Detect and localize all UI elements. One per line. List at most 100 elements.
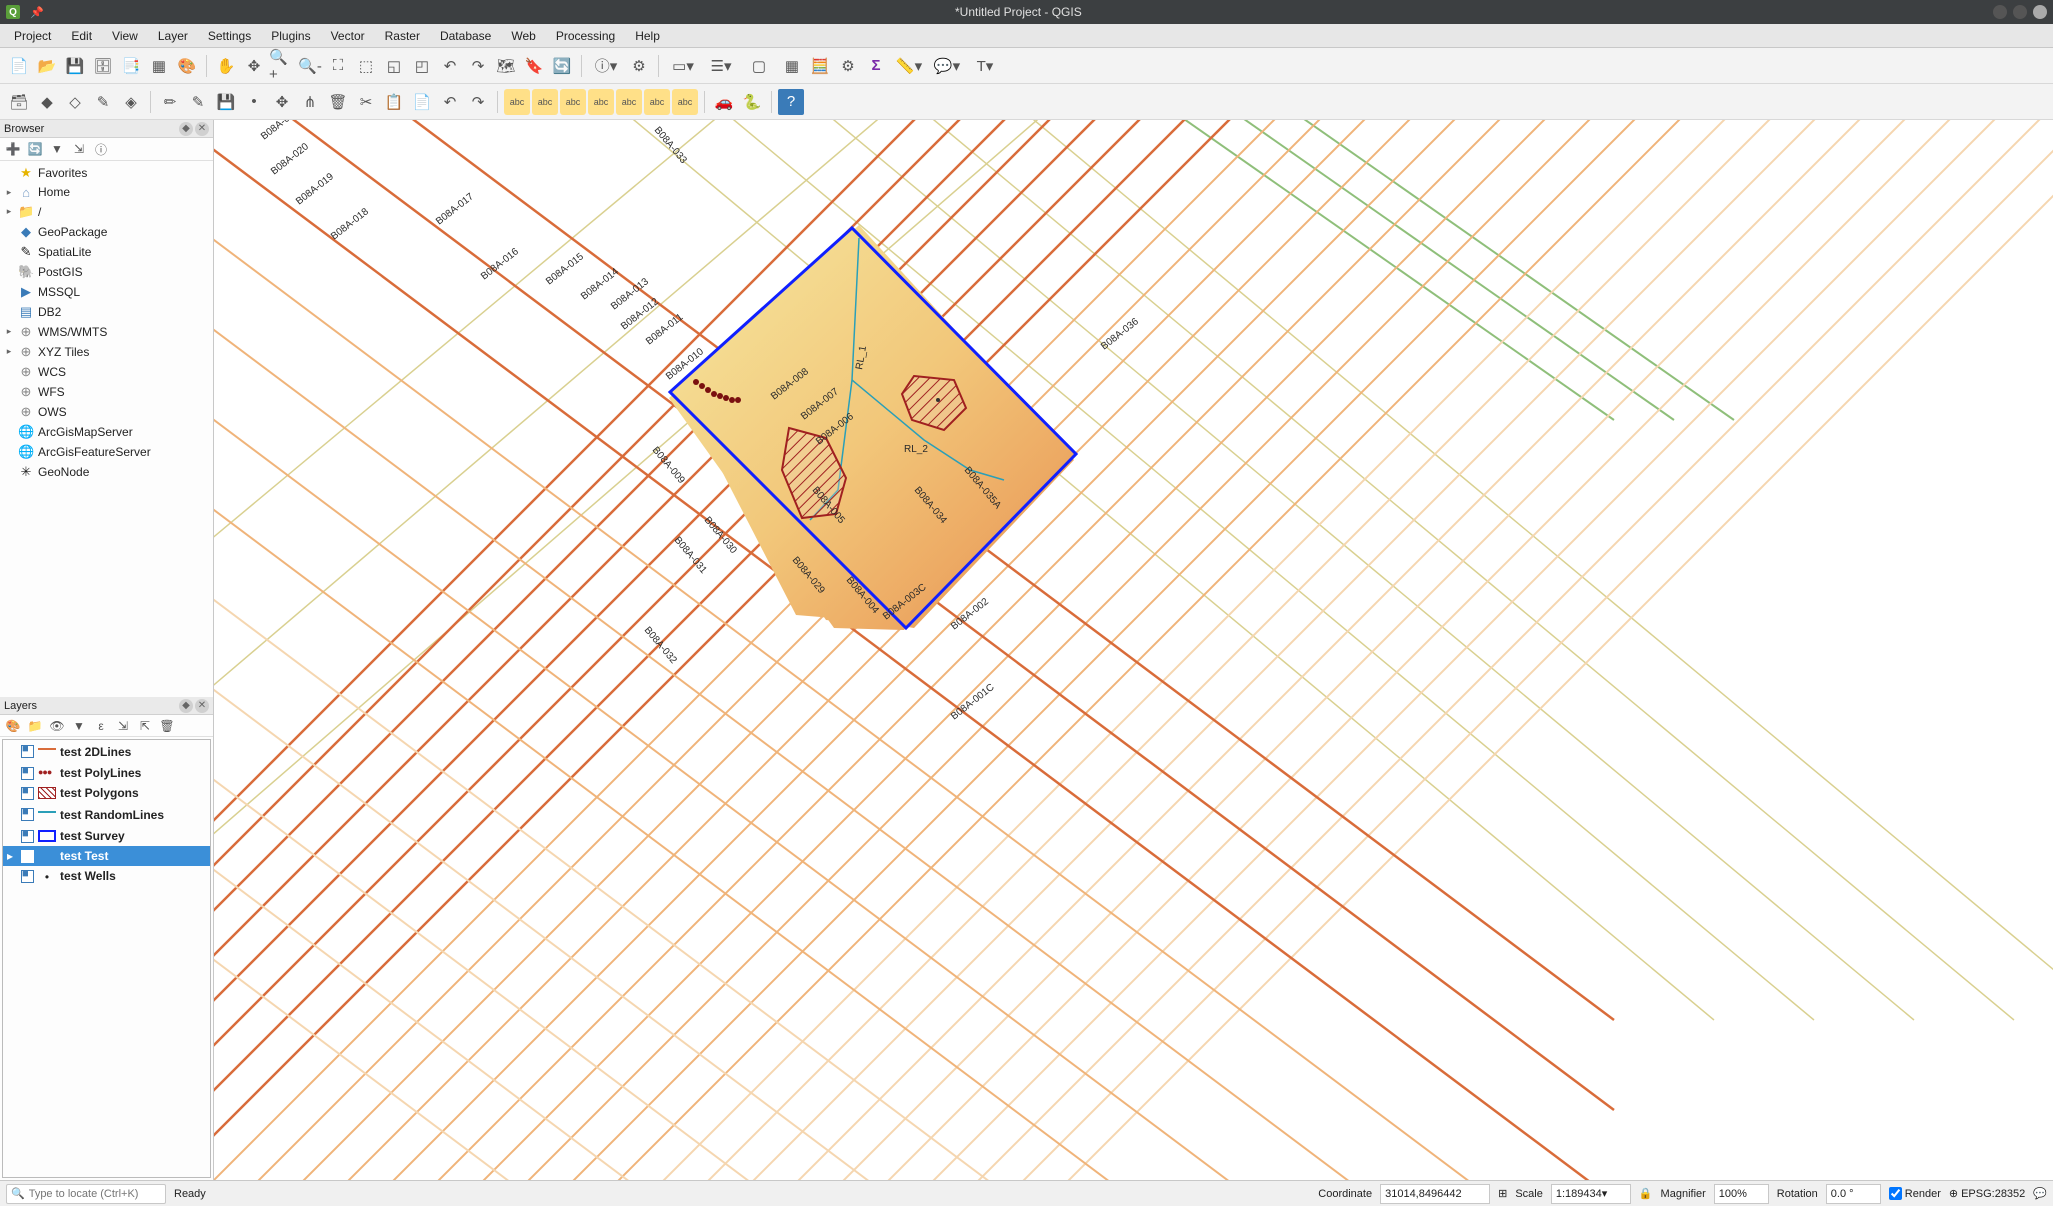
redo-button[interactable]: ↷ [465, 89, 491, 115]
annotation-button[interactable]: T▾ [967, 53, 1003, 79]
menu-web[interactable]: Web [501, 26, 545, 46]
menu-processing[interactable]: Processing [546, 26, 625, 46]
menu-settings[interactable]: Settings [198, 26, 261, 46]
toolbox-button[interactable]: ⚙ [835, 53, 861, 79]
rot-value[interactable]: 0.0 ° [1826, 1184, 1881, 1204]
delete-button[interactable]: 🗑 [325, 89, 351, 115]
browser-props-icon[interactable]: ⓘ [92, 140, 110, 158]
plugin-1-button[interactable]: 🚗 [711, 89, 737, 115]
new-bookmark-button[interactable]: 🔖 [521, 53, 547, 79]
toggle-edit-button[interactable]: ✎ [185, 89, 211, 115]
layer-test-randomlines[interactable]: test RandomLines [3, 803, 210, 826]
map-tips-button[interactable]: 💬▾ [929, 53, 965, 79]
save-edits-button[interactable]: 💾 [213, 89, 239, 115]
menu-help[interactable]: Help [625, 26, 670, 46]
print-layout-button[interactable]: ▦ [146, 53, 172, 79]
locator-input[interactable] [29, 1188, 161, 1200]
action-button[interactable]: ⚙ [626, 53, 652, 79]
browser-filter-icon[interactable]: ▼ [48, 140, 66, 158]
refresh-button[interactable]: 🔄 [549, 53, 575, 79]
browser-item-ows[interactable]: ⊕OWS [0, 402, 213, 422]
browser-item-xyz-tiles[interactable]: ▸⊕XYZ Tiles [0, 342, 213, 362]
layers-collapse-icon[interactable]: ◆ [179, 699, 193, 713]
layers-expand-icon[interactable]: ⇲ [114, 717, 132, 735]
node-tool-button[interactable]: ⋔ [297, 89, 323, 115]
label-5-button[interactable]: abc [616, 89, 642, 115]
layers-expr-icon[interactable]: ε [92, 717, 110, 735]
save-project-button[interactable]: 💾 [62, 53, 88, 79]
mag-value[interactable]: 100% [1714, 1184, 1769, 1204]
browser-refresh-icon[interactable]: 🔄 [26, 140, 44, 158]
minimize-button[interactable] [1993, 5, 2007, 19]
select-value-button[interactable]: ☰▾ [703, 53, 739, 79]
extents-icon[interactable]: ⊞ [1498, 1187, 1507, 1200]
crs-button[interactable]: ⊕ EPSG:28352 [1949, 1187, 2025, 1200]
cut-button[interactable]: ✂ [353, 89, 379, 115]
browser-item-arcgisfeatureserver[interactable]: 🌐ArcGisFeatureServer [0, 442, 213, 462]
coord-value[interactable]: 31014,8496442 [1380, 1184, 1490, 1204]
locator-box[interactable]: 🔍 [6, 1184, 166, 1204]
zoom-selection-button[interactable]: ◱ [381, 53, 407, 79]
new-project-button[interactable]: 📄 [6, 53, 32, 79]
copy-button[interactable]: 📋 [381, 89, 407, 115]
stats-button[interactable]: Σ [863, 53, 889, 79]
map-canvas[interactable]: RL_1 RL_2 B08A-021B08A-020B08A-019B08A-0… [214, 120, 2053, 1180]
browser-item-arcgismapserver[interactable]: 🌐ArcGisMapServer [0, 422, 213, 442]
maximize-button[interactable] [2013, 5, 2027, 19]
undo-button[interactable]: ↶ [437, 89, 463, 115]
browser-close-icon[interactable]: ✕ [195, 122, 209, 136]
label-2-button[interactable]: abc [532, 89, 558, 115]
browser-add-icon[interactable]: ➕ [4, 140, 22, 158]
layer-test-polygons[interactable]: test Polygons [3, 783, 210, 803]
browser-item-postgis[interactable]: 🐘PostGIS [0, 262, 213, 282]
measure-button[interactable]: 📏▾ [891, 53, 927, 79]
menu-raster[interactable]: Raster [375, 26, 430, 46]
browser-item-favorites[interactable]: ★Favorites [0, 163, 213, 183]
browser-item-wfs[interactable]: ⊕WFS [0, 382, 213, 402]
zoom-native-button[interactable]: ⛶ [325, 53, 351, 79]
add-feature-button[interactable]: • [241, 89, 267, 115]
edits-button[interactable]: ✏ [157, 89, 183, 115]
browser-item-wcs[interactable]: ⊕WCS [0, 362, 213, 382]
new-map-view-button[interactable]: 🗺 [493, 53, 519, 79]
menu-view[interactable]: View [102, 26, 148, 46]
menu-vector[interactable]: Vector [321, 26, 375, 46]
layer-test-test[interactable]: ▸test Test [3, 846, 210, 866]
python-console-button[interactable]: 🐍 [739, 89, 765, 115]
label-4-button[interactable]: abc [588, 89, 614, 115]
help-button[interactable]: ? [778, 89, 804, 115]
browser-item-geopackage[interactable]: ◆GeoPackage [0, 222, 213, 242]
new-virtual-button[interactable]: ◈ [118, 89, 144, 115]
browser-item-spatialite[interactable]: ✎SpatiaLite [0, 242, 213, 262]
layers-collapse-icon2[interactable]: ⇱ [136, 717, 154, 735]
new-shapefile-button[interactable]: ◇ [62, 89, 88, 115]
paste-button[interactable]: 📄 [409, 89, 435, 115]
label-6-button[interactable]: abc [644, 89, 670, 115]
layers-visibility-icon[interactable]: 👁 [48, 717, 66, 735]
browser-item-geonode[interactable]: ✳GeoNode [0, 462, 213, 482]
label-1-button[interactable]: abc [504, 89, 530, 115]
layer-test-2dlines[interactable]: test 2DLines [3, 740, 210, 763]
style-manager-button[interactable]: 🎨 [174, 53, 200, 79]
scale-value[interactable]: 1:189434 ▾ [1551, 1184, 1631, 1204]
menu-plugins[interactable]: Plugins [261, 26, 320, 46]
layers-remove-icon[interactable]: 🗑 [158, 717, 176, 735]
zoom-last-button[interactable]: ↶ [437, 53, 463, 79]
label-7-button[interactable]: abc [672, 89, 698, 115]
browser-collapse-all-icon[interactable]: ⇲ [70, 140, 88, 158]
menu-edit[interactable]: Edit [61, 26, 102, 46]
new-geopackage-button[interactable]: ◆ [34, 89, 60, 115]
menu-layer[interactable]: Layer [148, 26, 198, 46]
browser-collapse-icon[interactable]: ◆ [179, 122, 193, 136]
layers-style-icon[interactable]: 🎨 [4, 717, 22, 735]
browser-item-db2[interactable]: ▤DB2 [0, 302, 213, 322]
browser-item-wms-wmts[interactable]: ▸⊕WMS/WMTS [0, 322, 213, 342]
browser-tree[interactable]: ★Favorites▸⌂Home▸📁/◆GeoPackage✎SpatiaLit… [0, 161, 213, 697]
messages-icon[interactable]: 💬 [2033, 1187, 2047, 1200]
new-spatialite-button[interactable]: ✎ [90, 89, 116, 115]
label-3-button[interactable]: abc [560, 89, 586, 115]
layers-add-group-icon[interactable]: 📁 [26, 717, 44, 735]
move-feature-button[interactable]: ✥ [269, 89, 295, 115]
zoom-next-button[interactable]: ↷ [465, 53, 491, 79]
layers-filter-icon[interactable]: ▼ [70, 717, 88, 735]
